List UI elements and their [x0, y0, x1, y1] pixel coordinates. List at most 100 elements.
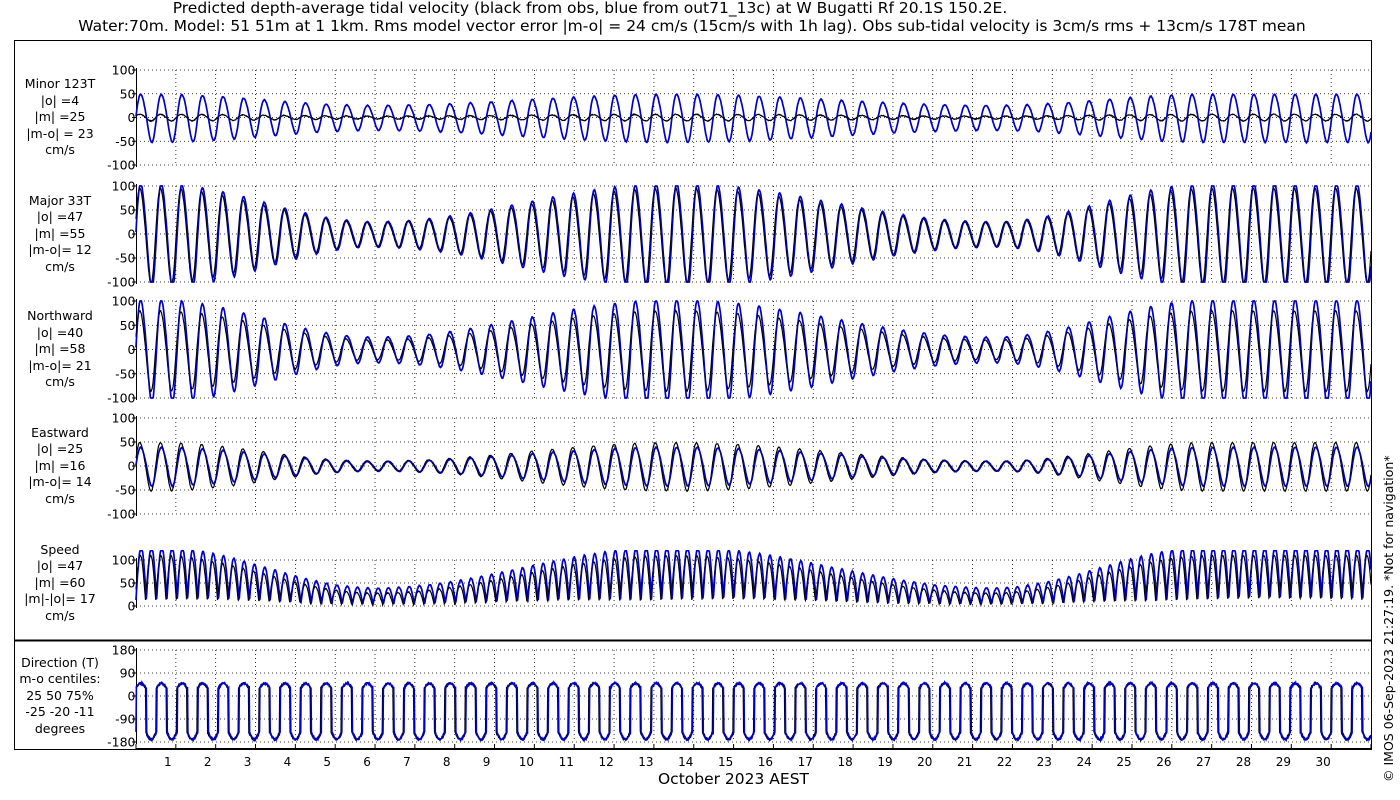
panel-label-speed: Speed |o| =47 |m| =60 |m|-|o|= 17 cm/s [14, 542, 106, 625]
panel-eastward: 100 50 0 -50 -100 [107, 411, 1372, 522]
panel-label-line: |m-o|= 21 [28, 357, 92, 373]
speed-ytick-label-0: 100 [112, 553, 136, 568]
panel-label-line: |o| =4 [40, 92, 80, 108]
x-tick-label-13: 13 [638, 755, 653, 769]
panel-label-line: |m-o|= 12 [28, 242, 92, 258]
panel-label-line: cm/s [45, 374, 75, 390]
panel-label-line: Major 33T [28, 192, 92, 208]
x-tick-label-30: 30 [1316, 755, 1331, 769]
panel-label-line: |m| =16 [34, 457, 86, 473]
northward-ytick-label-2: 0 [128, 342, 136, 357]
minor-ytick-label-2: 0 [128, 110, 136, 125]
panel-major: 100 50 0 -50 -100 [107, 179, 1372, 290]
x-tick-label-25: 25 [1116, 755, 1131, 769]
panel-label-line: |m| =58 [34, 341, 86, 357]
major-ytick-label-2: 0 [128, 227, 136, 242]
x-tick-label-10: 10 [519, 755, 534, 769]
speed-ytick-label-1: 50 [120, 576, 136, 591]
major-ytick-label-1: 50 [120, 203, 136, 218]
minor-ytick-label-4: -100 [107, 158, 135, 173]
panel-label-line: |o| =25 [36, 441, 84, 457]
x-tick-label-28: 28 [1236, 755, 1251, 769]
x-tick-label-4: 4 [284, 755, 292, 769]
direction-ytick-label-1: 90 [120, 666, 136, 681]
panel-label-minor: Minor 123T |o| =4 |m| =25 |m-o| = 23 cm/s [14, 76, 106, 159]
panel-speed: 100 50 0 [112, 549, 1372, 614]
panel-label-line: 25 50 75% [26, 687, 94, 703]
x-tick-label-2: 2 [204, 755, 212, 769]
panel-label-line: Northward [27, 308, 93, 324]
x-tick-label-19: 19 [877, 755, 892, 769]
panel-label-line: |o| =40 [36, 324, 84, 340]
x-tick-label-7: 7 [403, 755, 411, 769]
panel-label-line: cm/s [45, 258, 75, 274]
x-tick-label-9: 9 [483, 755, 491, 769]
x-tick-label-21: 21 [957, 755, 972, 769]
minor-ytick-label-0: 100 [112, 63, 136, 78]
panel-label-line: cm/s [45, 490, 75, 506]
northward-ytick-label-1: 50 [120, 318, 136, 333]
eastward-ytick-label-2: 0 [128, 459, 136, 474]
x-tick-label-6: 6 [363, 755, 371, 769]
northward-ytick-label-3: -50 [115, 366, 135, 381]
panel-label-line: m-o centiles: [19, 671, 101, 687]
x-tick-label-14: 14 [678, 755, 693, 769]
eastward-ytick-label-1: 50 [120, 435, 136, 450]
speed-ytick-label-2: 0 [128, 599, 136, 614]
panel-label-major: Major 33T |o| =47 |m| =55 |m-o|= 12 cm/s [14, 193, 106, 276]
minor-ytick-label-1: 50 [120, 86, 136, 101]
x-tick-label-27: 27 [1196, 755, 1211, 769]
panel-direction: 180 90 0 -90 -180 [107, 643, 1372, 750]
panel-label-line: cm/s [45, 142, 75, 158]
panel-label-line: |m-o|= 14 [28, 474, 92, 490]
panel-label-line: Direction (T) [21, 654, 99, 670]
panel-label-line: |m| =55 [34, 225, 86, 241]
major-ytick-label-3: -50 [115, 251, 135, 266]
x-tick-label-22: 22 [997, 755, 1012, 769]
panel-label-line: |m|-|o|= 17 [24, 591, 96, 607]
eastward-ytick-label-3: -50 [115, 483, 135, 498]
panel-label-line: -25 -20 -11 [25, 704, 95, 720]
x-tick-label-16: 16 [758, 755, 773, 769]
panel-label-line: Eastward [31, 424, 89, 440]
panel-label-line: Speed [40, 541, 80, 557]
northward-ytick-label-4: -100 [107, 391, 135, 406]
panel-label-line: degrees [34, 720, 86, 736]
x-tick-label-5: 5 [323, 755, 331, 769]
panel-northward: 100 50 0 -50 -100 [107, 294, 1372, 406]
eastward-ytick-label-0: 100 [112, 411, 136, 426]
figure-canvas: 100500-50-100100500-50-100100500-50-1001… [14, 40, 1372, 788]
x-tick-label-29: 29 [1276, 755, 1291, 769]
x-tick-label-18: 18 [837, 755, 852, 769]
minor-ytick-label-3: -50 [115, 134, 135, 149]
direction-ytick-label-0: 180 [112, 643, 136, 658]
x-tick-label-8: 8 [443, 755, 451, 769]
panel-label-line: |o| =47 [36, 209, 84, 225]
x-tick-label-11: 11 [559, 755, 574, 769]
direction-ytick-label-3: -90 [115, 712, 135, 727]
panel-label-line: |m-o| = 23 [26, 125, 94, 141]
x-tick-label-12: 12 [598, 755, 613, 769]
panel-label-line: cm/s [45, 607, 75, 623]
northward-ytick-label-0: 100 [112, 294, 136, 309]
panel-label-direction: Direction (T) m-o centiles: 25 50 75% -25 -… [14, 655, 106, 738]
x-tick-label-17: 17 [798, 755, 813, 769]
panel-label-line: |m| =25 [34, 109, 86, 125]
panel-minor: 100 50 0 -50 -100 [107, 63, 1372, 173]
panel-label-line: Minor 123T [24, 76, 96, 92]
x-tick-label-24: 24 [1077, 755, 1092, 769]
direction-ytick-label-4: -180 [107, 735, 135, 750]
panel-label-line: |m| =60 [34, 574, 86, 590]
major-ytick-label-4: -100 [107, 275, 135, 290]
x-tick-label-1: 1 [164, 755, 172, 769]
x-tick-label-20: 20 [917, 755, 932, 769]
major-ytick-label-0: 100 [112, 179, 136, 194]
direction-ytick-label-2: 0 [128, 689, 136, 704]
x-tick-label-26: 26 [1156, 755, 1171, 769]
credit-text: © IMOS 06-Sep-2023 21:27:19. *Not for na… [1381, 455, 1396, 782]
x-tick-label-15: 15 [718, 755, 733, 769]
panel-label-line: |o| =47 [36, 558, 84, 574]
eastward-ytick-label-4: -100 [107, 507, 135, 522]
x-tick-label-3: 3 [244, 755, 252, 769]
panel-label-northward: Northward |o| =40 |m| =58 |m-o|= 21 cm/s [14, 308, 106, 391]
